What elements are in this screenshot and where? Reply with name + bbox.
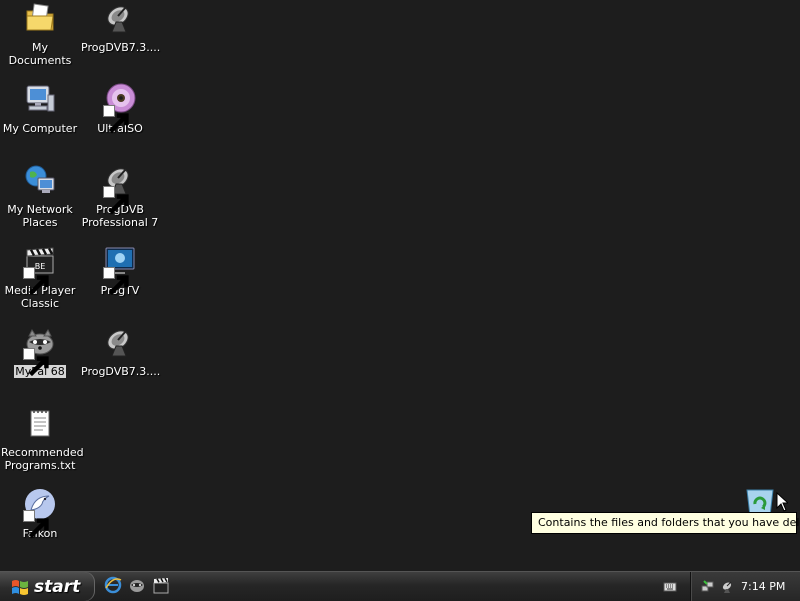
mouse-cursor-icon bbox=[776, 491, 790, 512]
shortcut-arrow-icon bbox=[23, 510, 49, 539]
desktop-icon-label: ProgDVB7.3.... bbox=[81, 41, 161, 54]
notepad-document-icon bbox=[24, 407, 56, 439]
internet-explorer-icon[interactable] bbox=[104, 576, 122, 594]
desktop-icon-label: My Documents bbox=[8, 41, 72, 67]
desktop-icon-falkon[interactable]: Falkon bbox=[0, 486, 80, 566]
taskbar: start 7:14 PM bbox=[0, 571, 800, 601]
satellite-dish-icon bbox=[103, 164, 136, 215]
falkon-bird-icon bbox=[23, 488, 56, 539]
progtv-monitor-icon bbox=[103, 245, 136, 296]
desktop-icon-my-network-places[interactable]: My Network Places bbox=[0, 162, 80, 242]
recycle-bin-tooltip: Contains the files and folders that you … bbox=[531, 512, 800, 534]
desktop-icon-progdvb-professional[interactable]: ProgDVB Professional 7 bbox=[80, 162, 160, 242]
desktop-icon-progdvb-1[interactable]: ProgDVB7.3.... bbox=[80, 0, 160, 80]
shortcut-arrow-icon bbox=[23, 267, 49, 296]
start-label: start bbox=[34, 576, 81, 597]
desktop-icon-label: My Network Places bbox=[7, 203, 73, 229]
clock[interactable]: 7:14 PM bbox=[741, 572, 785, 601]
start-button[interactable]: start bbox=[0, 572, 95, 601]
clapperboard-icon: BE bbox=[23, 245, 56, 296]
satellite-dish-icon[interactable] bbox=[721, 579, 735, 593]
network-icon[interactable] bbox=[701, 579, 715, 593]
desktop-icon-media-player-classic[interactable]: BE Media Player Classic bbox=[0, 243, 80, 323]
desktop-icon-recommended-programs[interactable]: Recommended Programs.txt bbox=[0, 405, 84, 485]
quick-launch bbox=[104, 576, 170, 594]
desktop-icon-my-documents[interactable]: My Documents bbox=[0, 0, 80, 80]
desktop-icon-label: My Computer bbox=[2, 122, 78, 135]
system-tray: 7:14 PM bbox=[690, 572, 800, 601]
clapperboard-icon[interactable] bbox=[152, 576, 170, 594]
desktop-icon-ultraiso[interactable]: UltraISO bbox=[80, 81, 160, 161]
windows-flag-icon bbox=[10, 577, 30, 597]
network-places-icon bbox=[24, 164, 56, 196]
satellite-dish-icon bbox=[104, 326, 136, 358]
shortcut-arrow-icon bbox=[103, 105, 129, 134]
desktop-icon-my-computer[interactable]: My Computer bbox=[0, 81, 80, 161]
shortcut-arrow-icon bbox=[103, 186, 129, 215]
desktop-icon-mypal[interactable]: MyPal 68 bbox=[0, 324, 80, 404]
raccoon-icon[interactable] bbox=[128, 576, 146, 594]
keyboard-icon[interactable] bbox=[663, 579, 677, 593]
raccoon-icon bbox=[23, 326, 56, 377]
desktop-icon-label: ProgDVB7.3.... bbox=[81, 365, 161, 378]
shortcut-arrow-icon bbox=[103, 267, 129, 296]
desktop-icon-progdvb-2[interactable]: ProgDVB7.3.... bbox=[80, 324, 160, 404]
satellite-dish-icon bbox=[104, 2, 136, 34]
desktop[interactable]: My Documents ProgDVB7.3.... My Computer bbox=[0, 0, 800, 571]
my-documents-folder-icon bbox=[24, 2, 56, 34]
ultraiso-disc-icon bbox=[103, 83, 136, 134]
desktop-icon-progtv[interactable]: ProgTV bbox=[80, 243, 160, 323]
desktop-icon-label: Recommended Programs.txt bbox=[1, 446, 84, 472]
my-computer-icon bbox=[24, 83, 56, 115]
shortcut-arrow-icon bbox=[23, 348, 49, 377]
